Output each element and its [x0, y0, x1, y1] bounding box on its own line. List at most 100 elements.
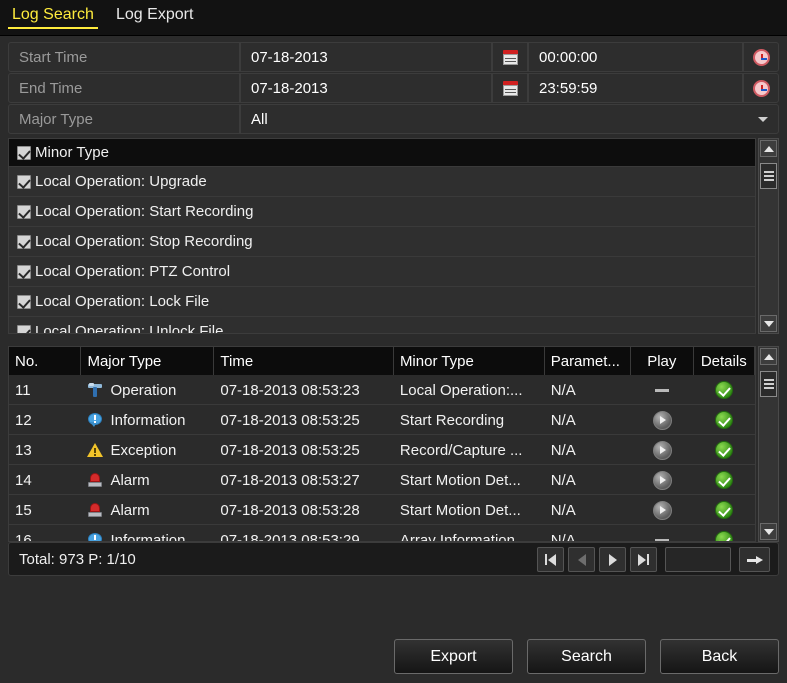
row-major-type: Exception — [81, 435, 214, 465]
end-date-calendar-button[interactable] — [492, 73, 528, 103]
scrollbar-thumb[interactable] — [760, 371, 777, 397]
minor-type-item[interactable]: Local Operation: Lock File — [9, 287, 755, 317]
checkbox-checked-icon[interactable] — [17, 234, 31, 249]
go-icon — [746, 554, 763, 566]
row-play-cell[interactable] — [631, 435, 693, 465]
minor-type-header-row[interactable]: Minor Type — [9, 139, 755, 167]
scroll-down-button[interactable] — [760, 523, 777, 540]
end-date-input[interactable]: 07-18-2013 — [240, 73, 492, 103]
prev-page-icon — [577, 553, 586, 566]
row-details-cell[interactable] — [694, 405, 755, 435]
scroll-down-button[interactable] — [760, 315, 777, 332]
table-row[interactable]: 14 Alarm 07-18-2013 08:53:27 Start Motion D… — [9, 465, 755, 495]
row-details-cell[interactable] — [694, 435, 755, 465]
scrollbar-thumb[interactable] — [760, 163, 777, 189]
search-button[interactable]: Search — [527, 639, 646, 674]
go-to-page-button[interactable] — [739, 547, 770, 572]
checkbox-checked-icon[interactable] — [17, 145, 31, 160]
end-time-label: End Time — [8, 73, 240, 103]
row-details-cell[interactable] — [694, 495, 755, 525]
table-row[interactable]: 12 Information 07-18-2013 08:53:25 Start Re… — [9, 405, 755, 435]
minor-type-item[interactable]: Local Operation: PTZ Control — [9, 257, 755, 287]
scroll-up-button[interactable] — [760, 348, 777, 365]
table-row[interactable]: 15 Alarm 07-18-2013 08:53:28 Start Motion D… — [9, 495, 755, 525]
row-parameter: N/A — [550, 531, 576, 542]
row-play-cell[interactable] — [631, 375, 693, 405]
table-column-header[interactable]: Details — [694, 347, 755, 375]
row-time: 07-18-2013 08:53:25 — [220, 441, 360, 459]
checkbox-checked-icon[interactable] — [17, 204, 31, 219]
minor-type-item-label: Local Operation: Start Recording — [35, 203, 254, 220]
table-row[interactable]: 13 Exception 07-18-2013 08:53:25 Record/Cap… — [9, 435, 755, 465]
tab-log-export[interactable]: Log Export — [112, 6, 197, 27]
back-button[interactable]: Back — [660, 639, 779, 674]
table-column-header[interactable]: Time — [214, 347, 394, 375]
checkbox-checked-icon[interactable] — [17, 264, 31, 279]
play-icon[interactable] — [652, 440, 672, 460]
checkbox-checked-icon[interactable] — [17, 324, 31, 333]
start-time-input[interactable]: 00:00:00 — [528, 42, 743, 72]
end-time-clock-button[interactable] — [743, 73, 779, 103]
details-check-icon[interactable] — [715, 381, 734, 399]
first-page-icon — [545, 553, 556, 566]
clock-icon — [752, 48, 770, 66]
prev-page-button[interactable] — [568, 547, 595, 572]
checkbox-checked-icon[interactable] — [17, 294, 31, 309]
first-page-button[interactable] — [537, 547, 564, 572]
details-check-icon[interactable] — [715, 501, 734, 519]
table-row[interactable]: 11 Operation 07-18-2013 08:53:23 Local Oper… — [9, 375, 755, 405]
minor-type-item[interactable]: Local Operation: Start Recording — [9, 197, 755, 227]
minor-type-scrollbar[interactable] — [758, 138, 779, 334]
row-parameter: N/A — [550, 501, 576, 519]
details-check-icon[interactable] — [715, 531, 734, 541]
details-check-icon[interactable] — [715, 471, 734, 489]
start-date-calendar-button[interactable] — [492, 42, 528, 72]
status-bar: Total: 973 P: 1/10 — [8, 542, 779, 576]
minor-type-panel: Minor Type Local Operation: Upgrade Local … — [8, 138, 779, 334]
row-minor-type: Start Motion Det... — [399, 501, 521, 519]
clock-icon — [752, 79, 770, 97]
minor-type-list[interactable]: Minor Type Local Operation: Upgrade Local … — [8, 138, 756, 334]
minor-type-item[interactable]: Local Operation: Unlock File — [9, 317, 755, 333]
row-play-cell[interactable] — [631, 525, 693, 541]
row-details-cell[interactable] — [694, 375, 755, 405]
table-column-header[interactable]: Major Type — [81, 347, 215, 375]
table-column-header[interactable]: Minor Type — [394, 347, 545, 375]
last-page-button[interactable] — [630, 547, 657, 572]
details-check-icon[interactable] — [715, 411, 734, 429]
play-icon[interactable] — [652, 500, 672, 520]
play-icon[interactable] — [652, 470, 672, 490]
row-details-cell[interactable] — [694, 525, 755, 541]
form-row-start-time: Start Time 07-18-2013 00:00:00 — [8, 42, 779, 72]
minor-type-item-label: Local Operation: Lock File — [35, 293, 210, 310]
row-play-cell[interactable] — [631, 495, 693, 525]
checkbox-checked-icon[interactable] — [17, 174, 31, 189]
next-page-button[interactable] — [599, 547, 626, 572]
scroll-up-button[interactable] — [760, 140, 777, 157]
tab-log-search[interactable]: Log Search — [8, 6, 98, 29]
next-page-icon — [608, 553, 617, 566]
row-details-cell[interactable] — [694, 465, 755, 495]
log-table-scrollbar[interactable] — [758, 346, 779, 542]
major-type-select[interactable]: All — [240, 104, 779, 134]
row-play-cell[interactable] — [631, 465, 693, 495]
row-time: 07-18-2013 08:53:25 — [220, 411, 360, 429]
major-type-label: Major Type — [8, 104, 240, 134]
table-column-header[interactable]: No. — [9, 347, 82, 375]
export-button[interactable]: Export — [394, 639, 513, 674]
table-column-header[interactable]: Paramet... — [545, 347, 632, 375]
minor-type-item[interactable]: Local Operation: Upgrade — [9, 167, 755, 197]
row-play-cell[interactable] — [631, 405, 693, 435]
minor-type-item[interactable]: Local Operation: Stop Recording — [9, 227, 755, 257]
details-check-icon[interactable] — [715, 441, 734, 459]
table-row[interactable]: 16 Information 07-18-2013 08:53:29 Array In… — [9, 525, 755, 542]
table-column-header[interactable]: Play — [631, 347, 694, 375]
start-date-input[interactable]: 07-18-2013 — [240, 42, 492, 72]
row-time: 07-18-2013 08:53:23 — [220, 381, 360, 399]
page-number-input[interactable] — [665, 547, 731, 572]
play-icon[interactable] — [652, 410, 672, 430]
chevron-down-icon — [763, 320, 774, 327]
start-time-clock-button[interactable] — [743, 42, 779, 72]
row-time: 07-18-2013 08:53:28 — [220, 501, 360, 519]
end-time-input[interactable]: 23:59:59 — [528, 73, 743, 103]
